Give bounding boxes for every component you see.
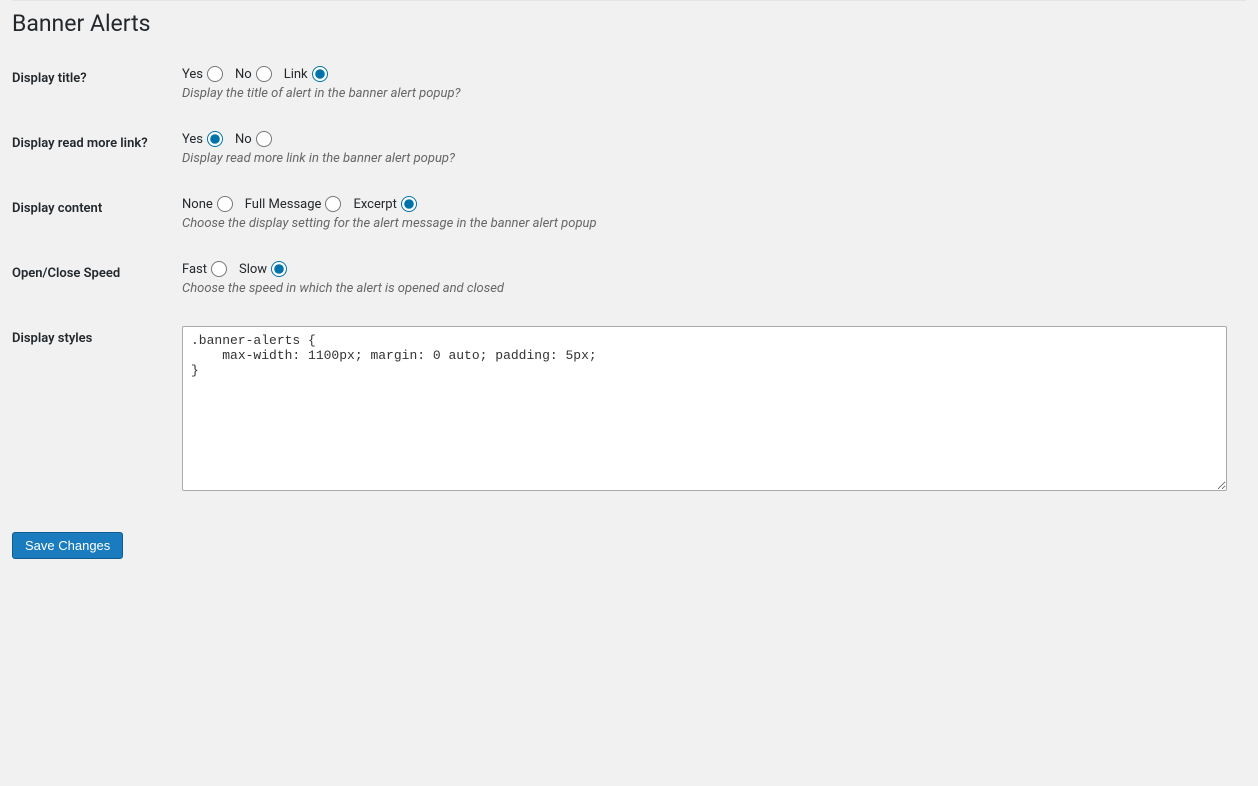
display-content-none-label: None bbox=[182, 197, 213, 212]
speed-fast-label: Fast bbox=[182, 262, 207, 277]
display-readmore-description: Display read more link in the banner ale… bbox=[182, 151, 1236, 166]
speed-slow-label: Slow bbox=[239, 262, 267, 277]
display-readmore-yes-label: Yes bbox=[182, 132, 203, 147]
display-title-description: Display the title of alert in the banner… bbox=[182, 86, 1236, 101]
speed-fast-radio[interactable] bbox=[211, 261, 227, 277]
page-title: Banner Alerts bbox=[12, 0, 1246, 51]
display-content-excerpt-label: Excerpt bbox=[353, 197, 396, 212]
display-content-description: Choose the display setting for the alert… bbox=[182, 216, 1236, 231]
display-content-excerpt-radio[interactable] bbox=[401, 196, 417, 212]
display-readmore-label: Display read more link? bbox=[12, 116, 182, 181]
speed-label: Open/Close Speed bbox=[12, 246, 182, 311]
display-content-none-radio[interactable] bbox=[217, 196, 233, 212]
display-title-yes-label: Yes bbox=[182, 67, 203, 82]
styles-textarea[interactable] bbox=[182, 326, 1227, 491]
display-title-yes-radio[interactable] bbox=[207, 66, 223, 82]
styles-label: Display styles bbox=[12, 311, 182, 510]
display-readmore-yes-radio[interactable] bbox=[207, 131, 223, 147]
speed-slow-radio[interactable] bbox=[271, 261, 287, 277]
display-title-label: Display title? bbox=[12, 51, 182, 116]
display-readmore-no-radio[interactable] bbox=[256, 131, 272, 147]
speed-description: Choose the speed in which the alert is o… bbox=[182, 281, 1236, 296]
display-title-link-label: Link bbox=[284, 67, 308, 82]
display-title-no-radio[interactable] bbox=[256, 66, 272, 82]
display-title-no-label: No bbox=[235, 67, 252, 82]
display-readmore-no-label: No bbox=[235, 132, 252, 147]
display-content-full-radio[interactable] bbox=[325, 196, 341, 212]
display-content-label: Display content bbox=[12, 181, 182, 246]
display-content-full-label: Full Message bbox=[245, 197, 322, 212]
display-title-link-radio[interactable] bbox=[312, 66, 328, 82]
save-button[interactable]: Save Changes bbox=[12, 532, 123, 559]
